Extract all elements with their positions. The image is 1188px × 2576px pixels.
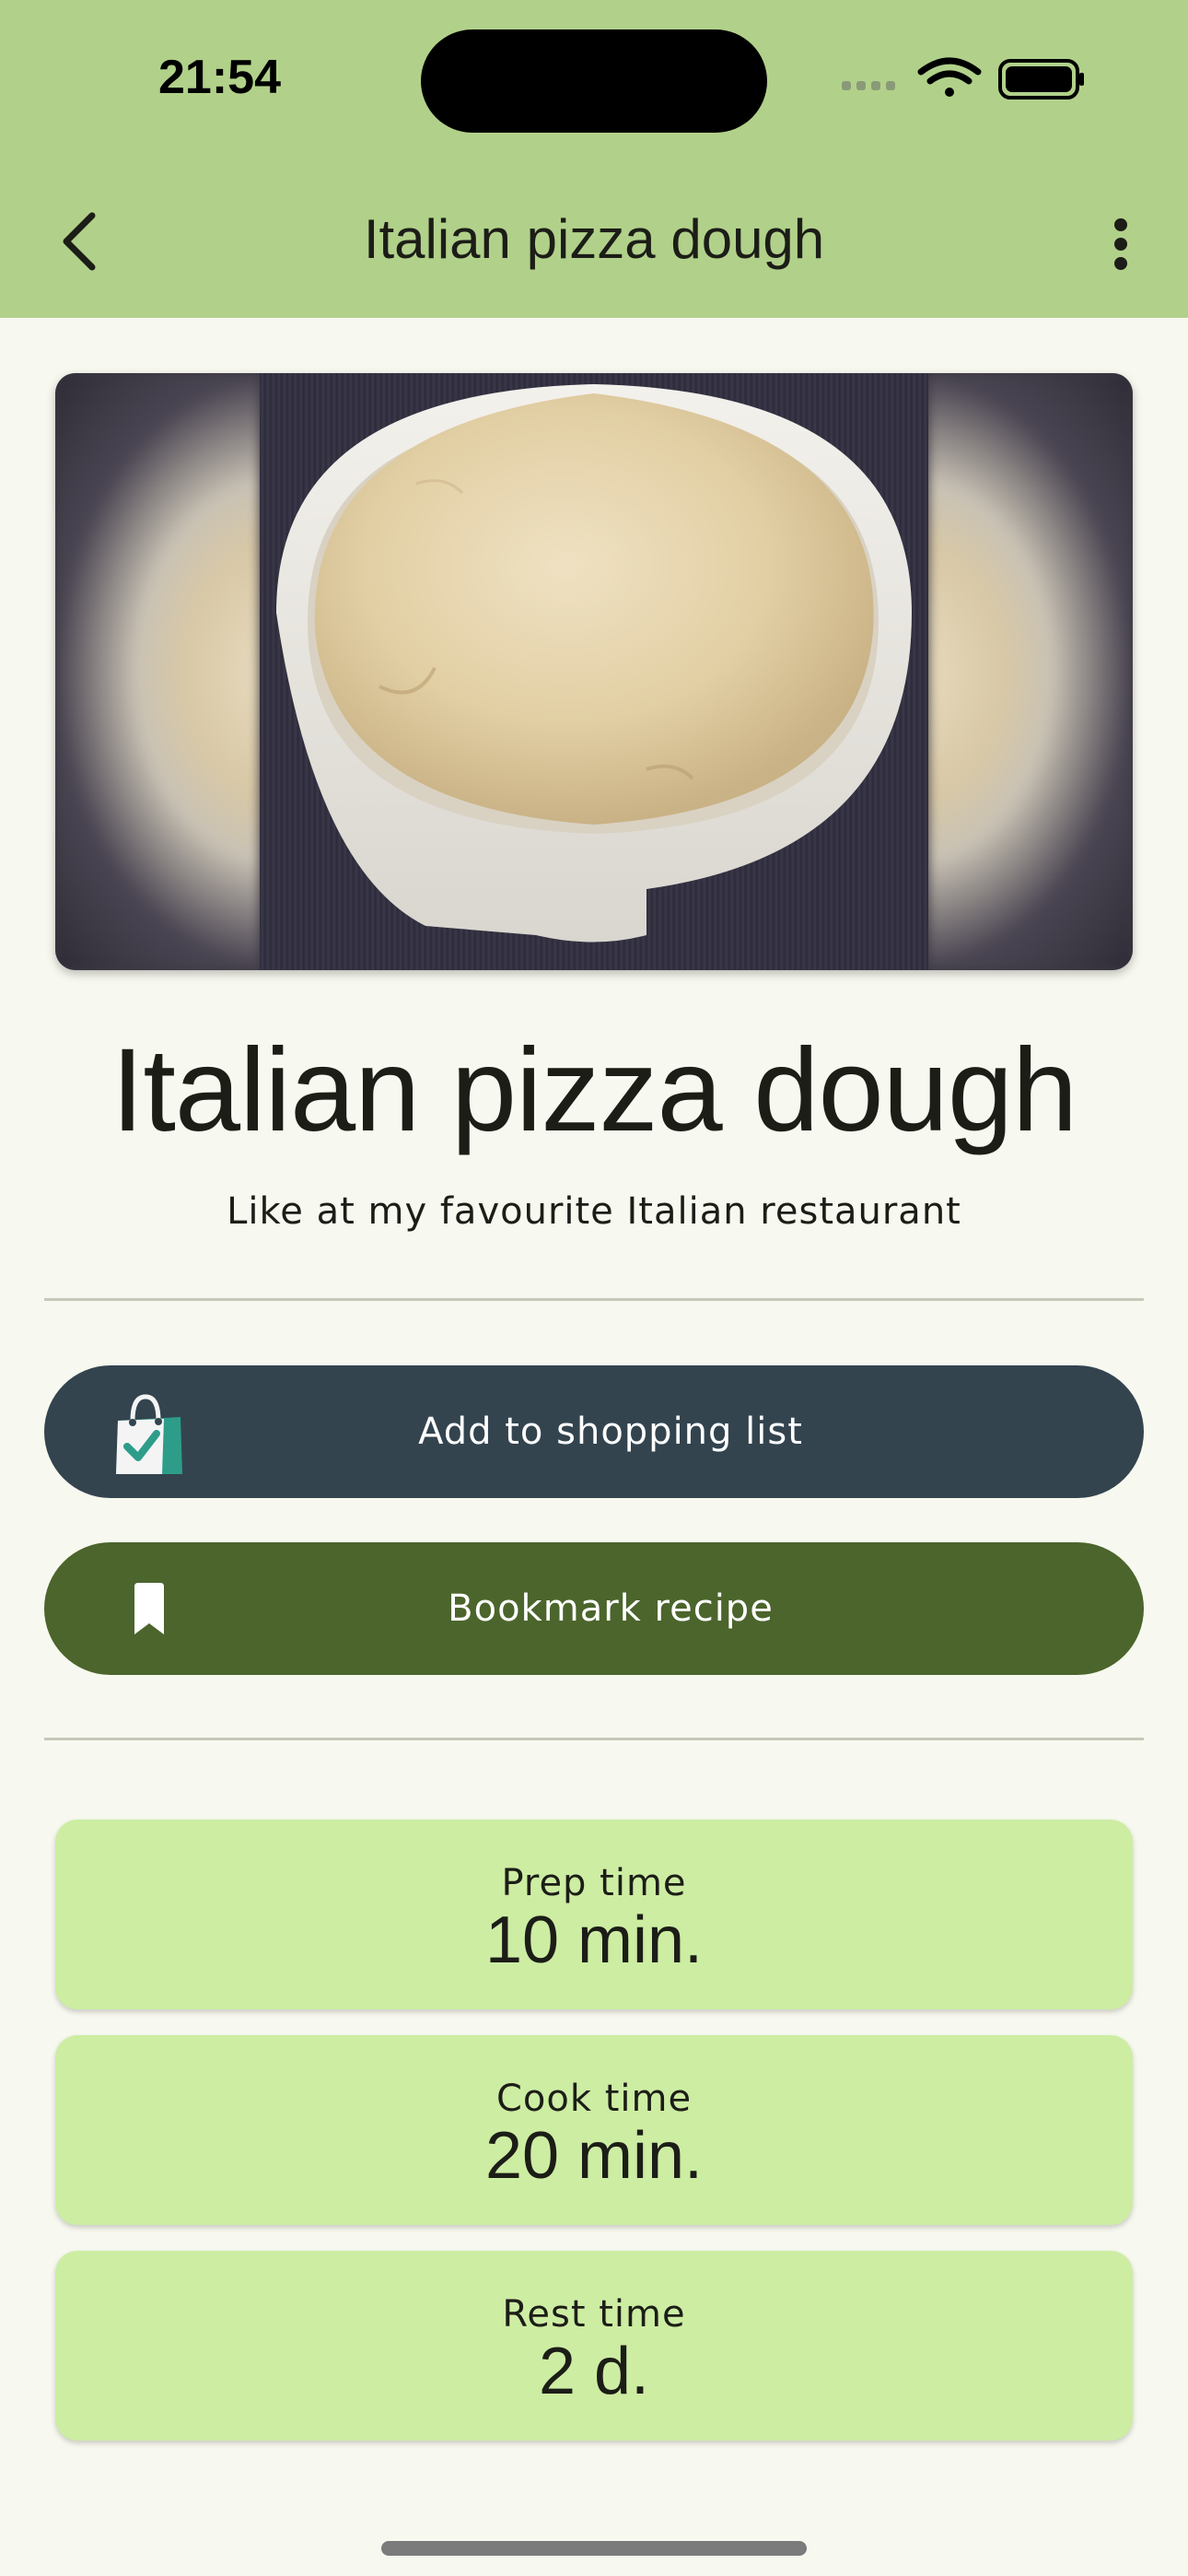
prep-time-label: Prep time	[501, 1862, 687, 1904]
cook-time-label: Cook time	[495, 2078, 693, 2120]
home-indicator[interactable]	[381, 2541, 807, 2556]
dough-bowl-illustration	[276, 384, 912, 943]
dough-photo	[260, 373, 928, 970]
bookmark-recipe-button[interactable]: Bookmark recipe	[44, 1542, 1144, 1675]
image-blur-left	[55, 373, 260, 970]
divider	[44, 1738, 1144, 1740]
rest-time-label: Rest time	[502, 2293, 686, 2336]
status-time: 21:54	[158, 51, 281, 104]
rest-time-value: 2 d.	[538, 2335, 650, 2408]
wifi-icon	[917, 57, 982, 97]
more-menu-button[interactable]	[1101, 212, 1141, 276]
image-blur-right	[928, 373, 1133, 970]
recipe-title: Italian pizza dough	[111, 1025, 1077, 1156]
bookmark-icon	[134, 1583, 164, 1634]
prep-time-value: 10 min.	[484, 1903, 704, 1977]
add-to-shopping-list-button[interactable]: Add to shopping list	[44, 1365, 1144, 1498]
status-icons	[842, 57, 1084, 100]
battery-icon	[998, 59, 1084, 100]
signal-icon	[842, 81, 895, 90]
bookmark-recipe-label: Bookmark recipe	[448, 1587, 774, 1630]
divider	[44, 1298, 1144, 1301]
recipe-image	[55, 373, 1133, 970]
add-to-shopping-list-label: Add to shopping list	[418, 1411, 803, 1453]
cook-time-value: 20 min.	[484, 2119, 704, 2193]
app-bar-title: Italian pizza dough	[363, 208, 825, 270]
app-bar: 21:54 Italian pizza dough	[0, 0, 1188, 318]
dynamic-island	[421, 29, 767, 133]
shopping-bag-check-icon	[116, 1394, 182, 1474]
prep-time-card: Prep time 10 min.	[55, 1820, 1133, 2009]
more-vert-icon	[1114, 218, 1127, 270]
rest-time-card: Rest time 2 d.	[55, 2251, 1133, 2441]
recipe-subtitle: Like at my favourite Italian restaurant	[227, 1190, 961, 1233]
cook-time-card: Cook time 20 min.	[55, 2035, 1133, 2225]
